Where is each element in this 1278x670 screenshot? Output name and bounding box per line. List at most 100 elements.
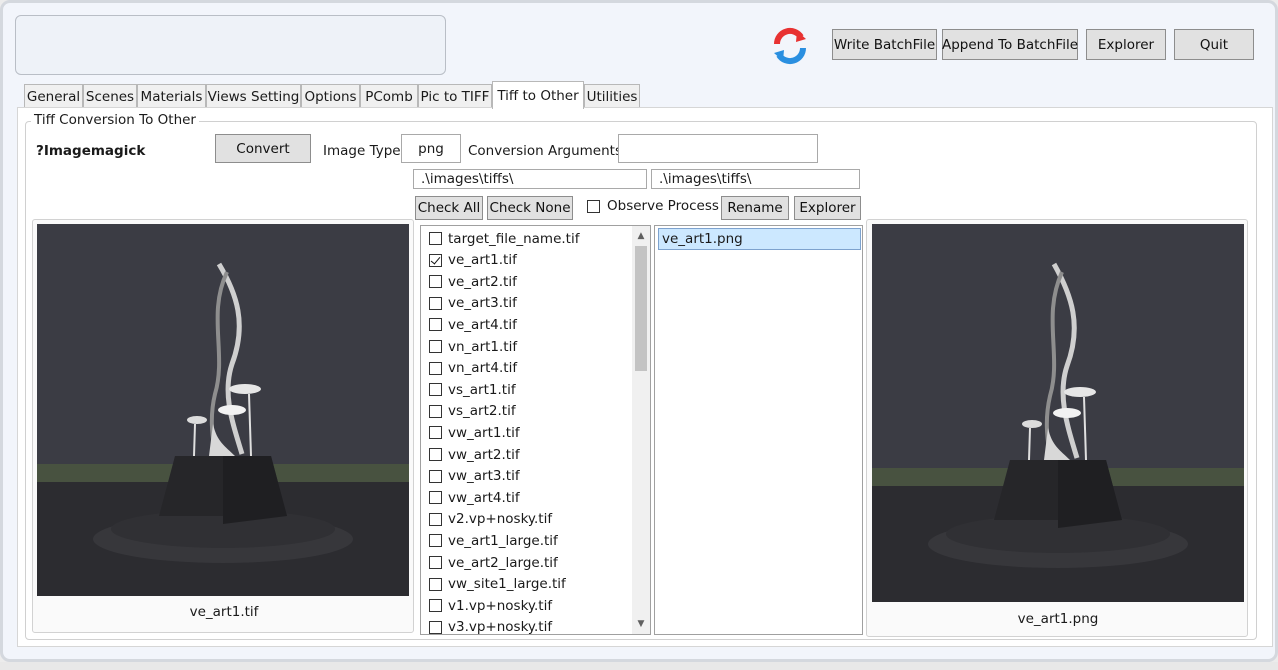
file-list-item[interactable]: target_file_name.tif	[429, 228, 579, 249]
file-list-item[interactable]: ve_art2.tif	[429, 271, 517, 292]
file-list-scrollbar[interactable]: ▲ ▼	[632, 226, 650, 634]
tab-materials[interactable]: Materials	[137, 84, 206, 108]
file-list-item[interactable]: ve_art3.tif	[429, 293, 517, 314]
observe-process-checkbox[interactable]: Observe Process	[587, 198, 719, 214]
file-name: vw_site1_large.tif	[448, 576, 566, 593]
file-name: vw_art1.tif	[448, 424, 520, 441]
file-list-item[interactable]: vn_art1.tif	[429, 336, 517, 357]
file-list-item[interactable]: vs_art1.tif	[429, 379, 516, 400]
file-list-item[interactable]: vw_art3.tif	[429, 466, 520, 487]
output-list-item[interactable]: ve_art1.png	[658, 228, 861, 250]
tab-utilities[interactable]: Utilities	[584, 84, 640, 108]
tab-pcomb[interactable]: PComb	[360, 84, 418, 108]
file-list-item[interactable]: vw_art4.tif	[429, 487, 520, 508]
image-type-label: Image Type:	[323, 143, 406, 159]
append-to-batchfile-button[interactable]: Append To BatchFile	[942, 29, 1078, 60]
file-checkbox[interactable]	[429, 296, 442, 310]
file-list-item[interactable]: v1.vp+nosky.tif	[429, 595, 552, 616]
conversion-arguments-field[interactable]	[618, 134, 818, 163]
file-checkbox[interactable]	[429, 275, 442, 289]
file-list-item[interactable]: vw_art1.tif	[429, 422, 520, 443]
file-list-item[interactable]: v2.vp+nosky.tif	[429, 509, 552, 530]
group-title: Tiff Conversion To Other	[31, 112, 199, 128]
file-name: ve_art2_large.tif	[448, 554, 558, 571]
tab-tiff-to-other[interactable]: Tiff to Other	[492, 81, 584, 109]
app-window: Write BatchFile Append To BatchFile Expl…	[0, 0, 1278, 662]
file-name: vw_art2.tif	[448, 446, 520, 463]
file-list-item[interactable]: ve_art4.tif	[429, 314, 517, 335]
file-list-item[interactable]: vs_art2.tif	[429, 401, 516, 422]
sync-arrows-icon	[771, 27, 809, 65]
quit-button[interactable]: Quit	[1174, 29, 1254, 60]
file-checkbox[interactable]	[429, 599, 442, 613]
output-preview-panel: ve_art1.png	[866, 219, 1248, 637]
file-name: vs_art2.tif	[448, 403, 516, 420]
file-name: vn_art1.tif	[448, 338, 518, 355]
image-type-field[interactable]: png	[401, 134, 461, 163]
tab-scenes[interactable]: Scenes	[83, 84, 137, 108]
file-checkbox[interactable]	[429, 426, 442, 440]
file-list-item[interactable]: ve_art1.tif	[429, 250, 517, 271]
explorer-button[interactable]: Explorer	[1086, 29, 1166, 60]
file-checkbox[interactable]	[429, 620, 442, 634]
file-checkbox[interactable]	[429, 491, 442, 505]
file-checkbox[interactable]	[429, 253, 442, 267]
tool-label: ?Imagemagick	[36, 143, 146, 159]
tab-general[interactable]: General	[24, 84, 83, 108]
file-name: ve_art1.tif	[448, 252, 517, 269]
file-name: v2.vp+nosky.tif	[448, 511, 553, 528]
check-none-button[interactable]: Check None	[487, 196, 573, 220]
target-path-field[interactable]: .\images\tiffs\	[651, 169, 860, 189]
file-checkbox[interactable]	[429, 448, 442, 461]
file-checkbox[interactable]	[429, 577, 442, 591]
file-checkbox[interactable]	[429, 404, 442, 418]
status-strip	[0, 662, 1278, 670]
file-name: target_file_name.tif	[448, 230, 580, 247]
list-explorer-button[interactable]: Explorer	[794, 196, 861, 220]
conversion-arguments-label: Conversion Arguments:	[468, 143, 627, 159]
file-list-item[interactable]: ve_art1_large.tif	[429, 530, 558, 551]
source-preview-image	[37, 224, 409, 596]
output-file-list[interactable]: ve_art1.png	[654, 225, 863, 635]
file-checkbox[interactable]	[429, 361, 442, 375]
file-name: ve_art2.tif	[448, 273, 517, 290]
scroll-down-icon[interactable]: ▼	[632, 616, 650, 632]
write-batchfile-button[interactable]: Write BatchFile	[832, 29, 937, 60]
check-all-button[interactable]: Check All	[415, 196, 483, 220]
file-checkbox[interactable]	[429, 340, 442, 353]
file-name: ve_art1_large.tif	[448, 532, 558, 549]
file-name: ve_art3.tif	[448, 295, 517, 312]
convert-button[interactable]: Convert	[215, 134, 311, 163]
source-path-field[interactable]: .\images\tiffs\	[413, 169, 647, 189]
file-list-item[interactable]: vw_art2.tif	[429, 444, 520, 465]
file-checkbox[interactable]	[429, 534, 442, 548]
file-checkbox[interactable]	[429, 512, 442, 526]
output-preview-caption: ve_art1.png	[1017, 611, 1099, 627]
scroll-up-icon[interactable]: ▲	[632, 228, 650, 244]
file-list-item[interactable]: v3.vp+nosky.tif	[429, 617, 552, 634]
rename-button[interactable]: Rename	[721, 196, 789, 220]
file-list-item[interactable]: ve_art2_large.tif	[429, 552, 558, 573]
scroll-thumb[interactable]	[635, 246, 647, 371]
file-name: vw_art3.tif	[448, 468, 520, 485]
file-checkbox[interactable]	[429, 318, 442, 332]
header-panel	[15, 15, 446, 75]
tab-pic-to-tiff[interactable]: Pic to TIFF	[418, 84, 492, 108]
file-name: ve_art4.tif	[448, 316, 517, 333]
tab-options[interactable]: Options	[301, 84, 360, 108]
observe-process-box[interactable]	[587, 199, 600, 213]
file-name: vs_art1.tif	[448, 381, 516, 398]
file-list-item[interactable]: vw_site1_large.tif	[429, 574, 566, 595]
file-checkbox[interactable]	[429, 383, 442, 397]
file-checkbox[interactable]	[429, 556, 442, 569]
file-checkbox[interactable]	[429, 469, 442, 483]
file-list-item[interactable]: vn_art4.tif	[429, 358, 517, 379]
file-name: vw_art4.tif	[448, 489, 520, 506]
output-preview-image	[872, 224, 1244, 602]
observe-process-label: Observe Process	[607, 198, 719, 214]
source-file-list[interactable]: target_file_name.tif ve_art1.tif ve_art2.t…	[420, 225, 651, 635]
source-preview-caption: ve_art1.tif	[189, 604, 259, 620]
file-checkbox[interactable]	[429, 232, 442, 245]
source-preview-panel: ve_art1.tif	[32, 219, 414, 633]
tab-views-setting[interactable]: Views Setting	[206, 84, 301, 108]
